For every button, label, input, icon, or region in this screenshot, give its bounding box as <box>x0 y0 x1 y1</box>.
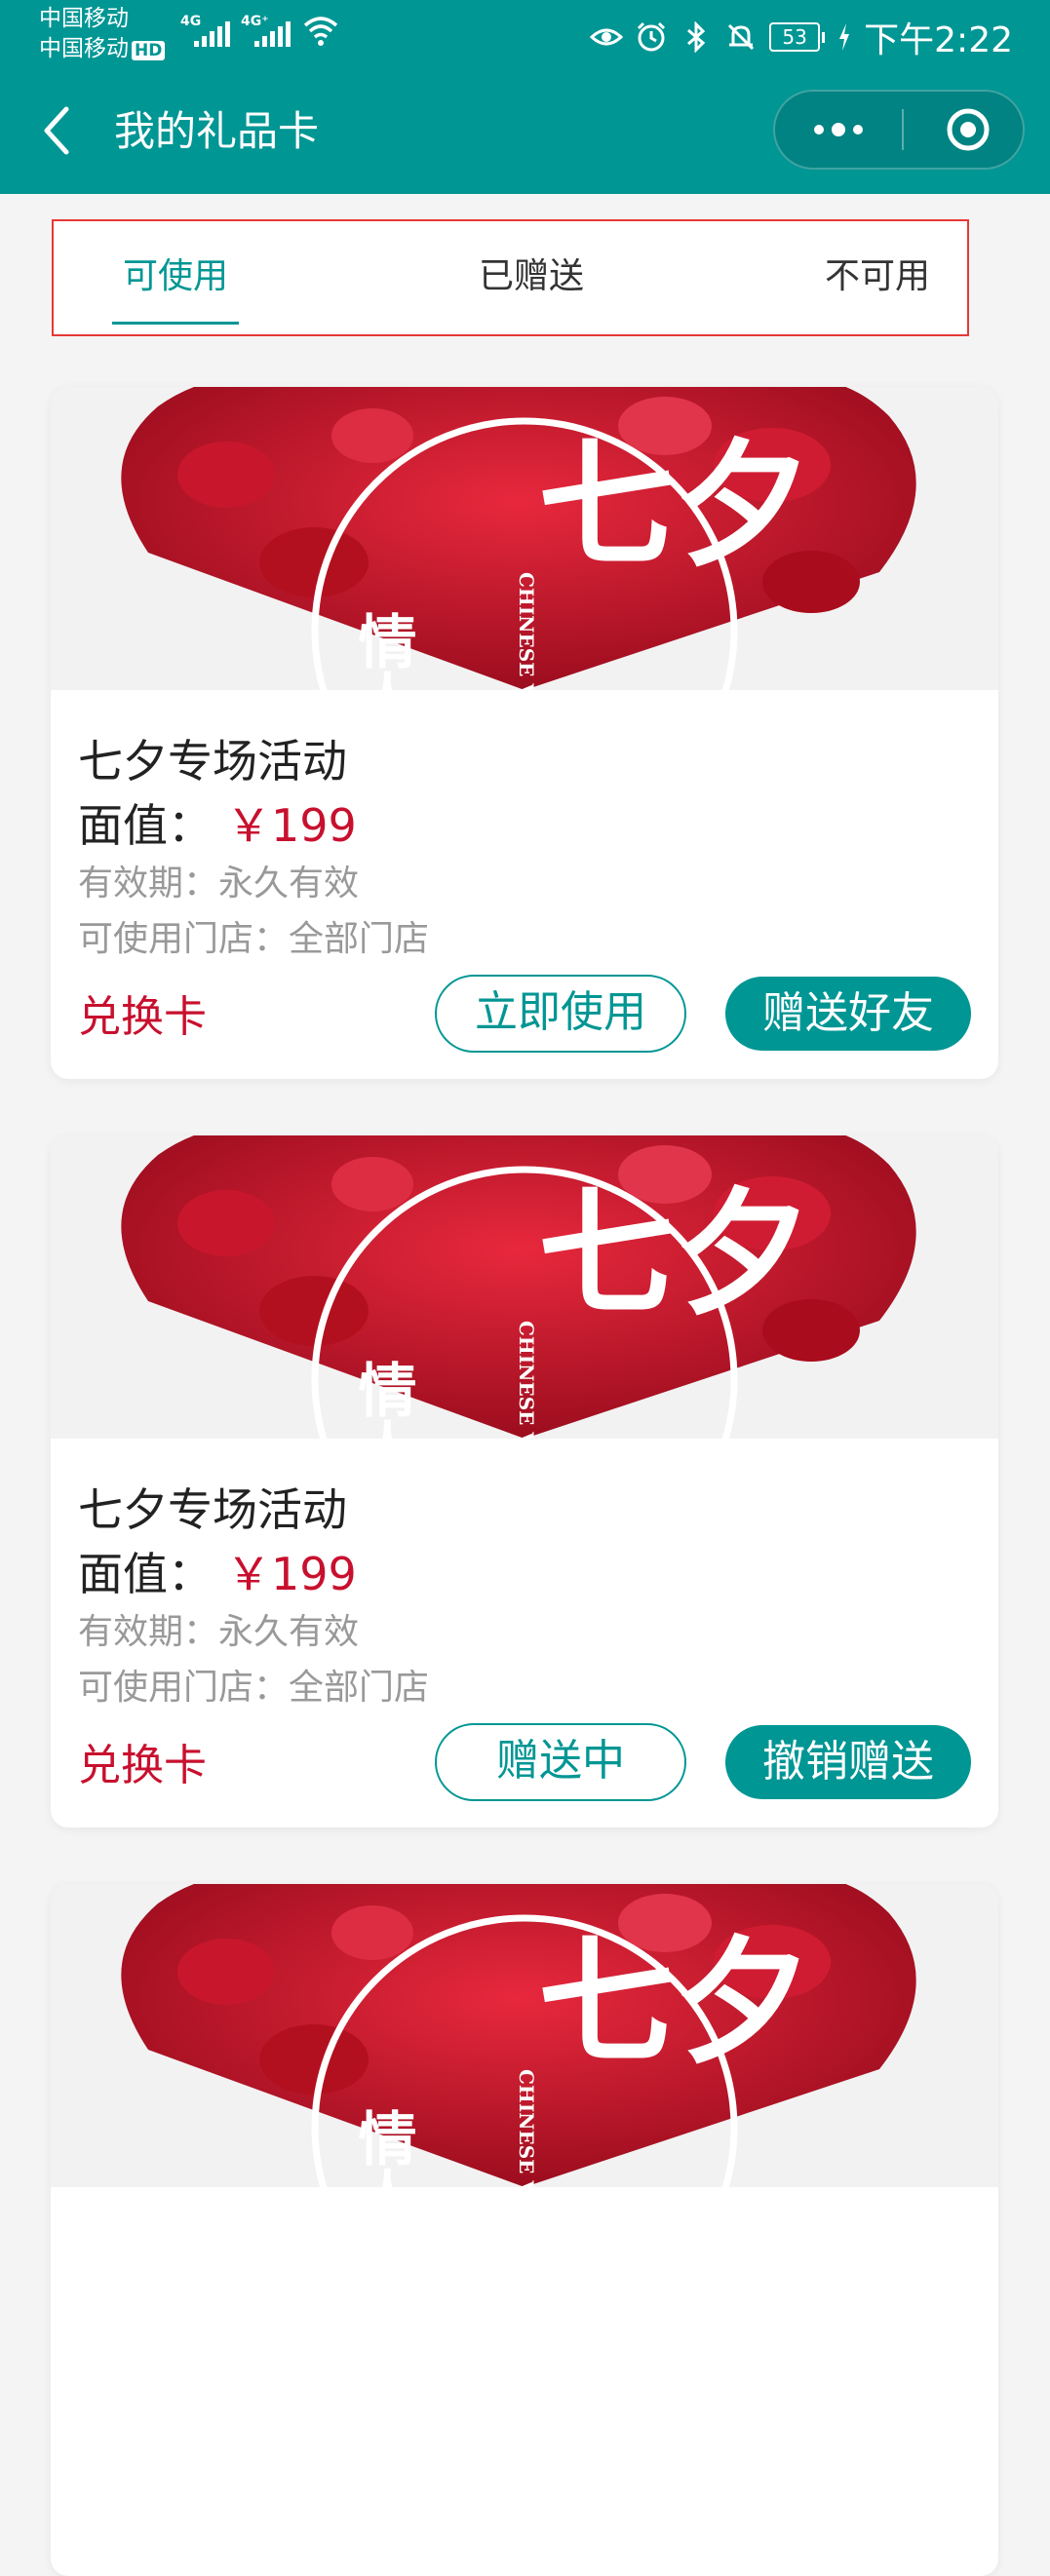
hd-badge: HD <box>132 41 166 60</box>
card-title: 七夕专场活动 <box>78 735 347 788</box>
carrier-2: 中国移动 <box>39 36 129 61</box>
gift-friend-button[interactable]: 赠送好友 <box>725 977 971 1051</box>
card-type: 兑换卡 <box>78 1741 207 1790</box>
status-bar: 中国移动 中国移动 HD 4G 4G⁺ 53 下午2:22 <box>0 0 1050 68</box>
nav-bar: 我的礼品卡 <box>0 68 1050 194</box>
banner-big-text: 七夕 <box>538 1923 811 2083</box>
validity: 有效期：永久有效 <box>78 1612 360 1652</box>
bluetooth-icon <box>680 20 713 54</box>
banner-en-text: CHINESE VAIENTE <box>515 2069 538 2187</box>
card-title: 七夕专场活动 <box>78 1483 347 1536</box>
price: ￥199 <box>226 799 357 852</box>
tab-active-indicator <box>112 322 239 325</box>
use-now-button[interactable]: 立即使用 <box>435 975 686 1053</box>
face-value: 面值： ￥199 <box>78 790 357 855</box>
card-banner-image: 七夕 情人 CHINESE VAIENTE <box>51 1135 998 1439</box>
capsule-divider <box>902 109 904 150</box>
mute-icon <box>724 20 758 54</box>
target-circle-icon <box>947 108 990 151</box>
stores: 可使用门店：全部门店 <box>78 1668 430 1708</box>
face-value-label: 面值： <box>78 799 213 852</box>
banner-small-text: 情人 <box>348 1360 416 1439</box>
price: ￥199 <box>226 1548 357 1600</box>
carrier-1: 中国移动 <box>39 6 129 31</box>
sim1-signal-icon: 4G <box>180 14 231 49</box>
close-miniprogram-button[interactable] <box>946 107 991 152</box>
more-button[interactable] <box>775 92 902 168</box>
card-banner-image: 七夕 情人 CHINESE VAIENTE <box>51 1884 998 2187</box>
face-value-label: 面值： <box>78 1548 213 1600</box>
card-banner-image: 七夕 情人 CHINESE VAIENTE <box>51 387 998 690</box>
more-dots-icon <box>814 125 824 135</box>
card-type: 兑换卡 <box>78 992 207 1042</box>
page-content: 可使用 已赠送 不可用 七夕 情人 CHINESE VAIENTE 七夕专场活动… <box>0 194 1050 2576</box>
banner-en-text: CHINESE VAIENTE <box>515 1321 538 1439</box>
gift-card: 七夕 情人 CHINESE VAIENTE <box>51 1884 998 2576</box>
banner-en-text: CHINESE VAIENTE <box>515 572 538 690</box>
banner-small-text: 情人 <box>348 2108 416 2187</box>
alarm-icon <box>635 20 668 54</box>
banner-big-text: 七夕 <box>538 1174 811 1334</box>
battery-level: 53 <box>769 22 821 52</box>
mini-program-capsule <box>773 90 1025 170</box>
page-title: 我的礼品卡 <box>114 107 320 155</box>
tab-available[interactable]: 可使用 <box>112 221 239 334</box>
charging-icon <box>836 20 852 54</box>
cancel-gift-button[interactable]: 撤销赠送 <box>725 1725 971 1799</box>
eye-comfort-icon <box>590 20 624 54</box>
gifting-status-button[interactable]: 赠送中 <box>435 1723 686 1801</box>
more-dots-icon-right <box>853 125 863 135</box>
wifi-icon <box>303 17 338 46</box>
sim2-signal-icon: 4G⁺ <box>241 14 292 49</box>
validity: 有效期：永久有效 <box>78 864 360 904</box>
face-value: 面值： ￥199 <box>78 1539 357 1603</box>
battery-icon: 53 <box>769 22 826 52</box>
back-button[interactable] <box>37 105 80 156</box>
banner-big-text: 七夕 <box>538 426 811 586</box>
tab-gifted[interactable]: 已赠送 <box>463 221 600 334</box>
tab-unavailable[interactable]: 不可用 <box>809 221 946 334</box>
gift-card: 七夕 情人 CHINESE VAIENTE 七夕专场活动 面值： ￥199 有效期… <box>51 1135 998 1827</box>
gift-card: 七夕 情人 CHINESE VAIENTE 七夕专场活动 面值： ￥199 有效期… <box>51 387 998 1079</box>
clock-time: 下午2:22 <box>864 20 1013 60</box>
more-dots-icon-center <box>832 123 845 136</box>
banner-small-text: 情人 <box>348 611 416 690</box>
signal-indicators: 4G 4G⁺ <box>180 14 340 49</box>
stores: 可使用门店：全部门店 <box>78 919 430 959</box>
tab-bar: 可使用 已赠送 不可用 <box>52 219 969 336</box>
chevron-left-icon <box>44 106 69 155</box>
carrier-info: 中国移动 中国移动 HD <box>39 4 166 64</box>
status-right: 53 下午2:22 <box>590 12 1013 62</box>
